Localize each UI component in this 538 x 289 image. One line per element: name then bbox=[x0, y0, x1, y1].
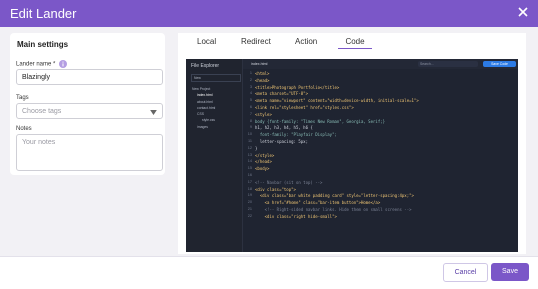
file-explorer-title: File Explorer bbox=[191, 63, 220, 69]
lander-name-value: Blazingly bbox=[22, 74, 51, 81]
notes-placeholder: Your notes bbox=[22, 139, 56, 146]
code-line: } bbox=[255, 145, 258, 151]
line-number: 10 bbox=[247, 132, 252, 137]
save-button[interactable]: Save bbox=[491, 263, 529, 281]
line-number: 22 bbox=[247, 213, 252, 218]
line-number: 1 bbox=[249, 71, 252, 75]
lander-name-label: Lander name * bbox=[16, 60, 68, 68]
code-line: <title>Photograph Portfolio</title> bbox=[255, 84, 340, 90]
line-number: 19 bbox=[247, 193, 252, 198]
new-dropdown[interactable]: New bbox=[191, 74, 241, 82]
main-settings-panel: Main settings Lander name * Blazingly Ta… bbox=[10, 33, 165, 175]
code-line: <meta name="viewport" content="width=dev… bbox=[255, 98, 419, 104]
editor-topbar: index.html Search... Save Code bbox=[243, 59, 518, 69]
code-line: <a href="#home" class="bar-item button">… bbox=[255, 200, 381, 206]
tab-code[interactable]: Code bbox=[338, 37, 372, 49]
code-line: <!-- Navbar (sit on top) --> bbox=[255, 179, 323, 185]
code-line: <body> bbox=[255, 166, 270, 172]
line-number: 3 bbox=[249, 84, 252, 89]
cancel-button[interactable]: Cancel bbox=[443, 263, 488, 282]
line-number: 2 bbox=[249, 77, 252, 82]
line-number: 21 bbox=[247, 207, 252, 211]
code-line: <div class="right hide-small"> bbox=[255, 213, 337, 219]
line-number: 17 bbox=[247, 179, 252, 184]
tab-local[interactable]: Local bbox=[197, 37, 216, 46]
line-number: 14 bbox=[247, 159, 252, 164]
code-line: font-family: "Playfair Display"; bbox=[255, 132, 337, 138]
notes-textarea[interactable]: Your notes bbox=[16, 134, 163, 171]
code-line: <head> bbox=[255, 77, 270, 83]
chevron-down-icon bbox=[150, 110, 157, 115]
line-number: 8 bbox=[249, 118, 252, 123]
content-panel: Local Redirect Action Code File Explorer… bbox=[178, 33, 526, 254]
code-line: </style> bbox=[255, 152, 275, 158]
tab-action[interactable]: Action bbox=[295, 37, 317, 46]
main-settings-title: Main settings bbox=[17, 40, 69, 49]
line-number: 9 bbox=[249, 125, 252, 130]
line-number: 16 bbox=[247, 173, 252, 177]
line-number: 12 bbox=[247, 145, 252, 150]
line-number: 18 bbox=[247, 186, 252, 191]
file-explorer: File Explorer New New Project index.html… bbox=[186, 59, 243, 252]
close-icon[interactable] bbox=[516, 5, 530, 19]
line-number-gutter: 1 2 3 4 5 6 7 8 9 10 11 12 13 14 15 16 17 18 19 20 21 22 bbox=[243, 71, 253, 252]
line-number: 4 bbox=[249, 91, 252, 96]
dialog-header: Edit Lander bbox=[0, 0, 538, 27]
line-number: 5 bbox=[249, 98, 252, 103]
open-file-tab[interactable]: index.html bbox=[251, 62, 267, 66]
dialog-title: Edit Lander bbox=[10, 6, 77, 21]
lander-name-input[interactable]: Blazingly bbox=[16, 69, 163, 85]
line-number: 6 bbox=[249, 105, 252, 109]
code-line: body {font-family: "Times New Roman", Ge… bbox=[255, 118, 386, 124]
line-number: 7 bbox=[249, 111, 252, 116]
code-line: <style> bbox=[255, 111, 272, 117]
code-area[interactable]: <html> <head> <title>Photograph Portfolio<… bbox=[255, 71, 515, 252]
line-number: 11 bbox=[248, 139, 252, 143]
code-line: h1, h2, h3, h4, h5, h6 { bbox=[255, 125, 313, 131]
tree-item[interactable]: images bbox=[192, 124, 215, 130]
tab-redirect[interactable]: Redirect bbox=[241, 37, 271, 46]
code-line: <html> bbox=[255, 71, 270, 76]
file-tree: New Project index.html about.html contac… bbox=[192, 86, 215, 130]
lander-name-label-text: Lander name * bbox=[16, 61, 56, 68]
code-line: <link rel="stylesheet" href="styles.css"… bbox=[255, 105, 354, 110]
code-line: <div class="top"> bbox=[255, 186, 296, 192]
info-icon bbox=[59, 60, 68, 68]
tags-label: Tags bbox=[16, 95, 29, 101]
code-line: <!-- Right-sided navbar links. Hide them… bbox=[255, 207, 412, 212]
code-line: <meta charset="UTF-8"> bbox=[255, 91, 308, 97]
code-line: <div class="bar white padding card" styl… bbox=[255, 193, 414, 199]
tags-placeholder: Choose tags bbox=[22, 108, 62, 115]
code-line: letter-spacing: 5px; bbox=[255, 139, 308, 144]
save-code-button[interactable]: Save Code bbox=[483, 61, 516, 67]
line-number: 20 bbox=[247, 200, 252, 205]
line-number: 15 bbox=[247, 166, 252, 171]
editor-search-input[interactable]: Search... bbox=[418, 61, 478, 67]
notes-label: Notes bbox=[16, 126, 32, 132]
code-line: </head> bbox=[255, 159, 272, 165]
tags-select[interactable]: Choose tags bbox=[16, 103, 163, 119]
line-number: 13 bbox=[247, 152, 252, 157]
tab-bar: Local Redirect Action Code bbox=[178, 33, 526, 50]
code-editor-preview: File Explorer New New Project index.html… bbox=[186, 59, 518, 252]
